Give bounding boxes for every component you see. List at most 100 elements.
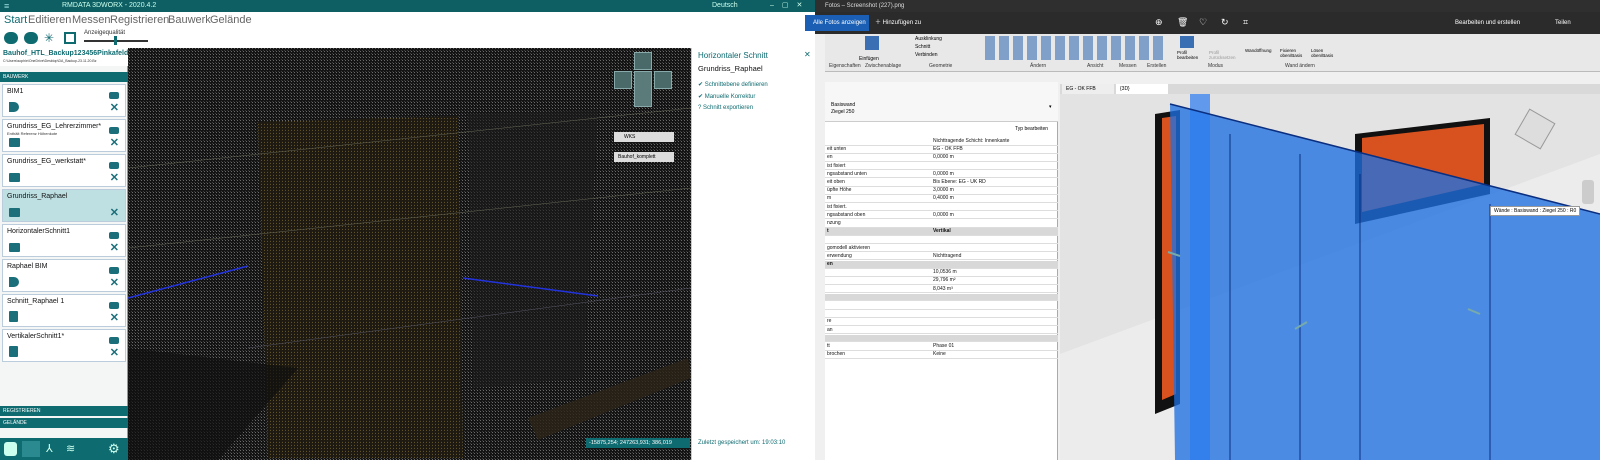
notch-button[interactable]: Ausklinkung — [915, 36, 942, 42]
step-define-plane[interactable]: ✔ Schnittebene definieren — [698, 81, 768, 88]
property-row[interactable] — [825, 302, 1058, 310]
add-to-button[interactable]: ＋ Hinzufügen zu — [875, 15, 921, 31]
list-item[interactable]: Schnitt_Raphael 1 ✕ — [2, 294, 126, 327]
close-icon[interactable]: ✕ — [110, 101, 119, 114]
property-row[interactable]: gomodell aktivieren — [825, 245, 1058, 253]
property-value[interactable]: 10,0536 m — [933, 269, 957, 277]
view-right-icon[interactable] — [654, 71, 672, 89]
car-icon[interactable] — [109, 162, 119, 169]
tab-3d[interactable]: {3D} — [1116, 84, 1168, 94]
wall-opening-button[interactable]: Wandöffnung — [1245, 48, 1272, 53]
step-export[interactable]: ? Schnitt exportieren — [698, 105, 753, 111]
point-cloud-viewport[interactable]: WKS Bauhof_komplett -15875,254; 247263,9… — [128, 48, 691, 460]
property-row[interactable]: ngsabstand oben 0,0000 m — [825, 212, 1058, 220]
view-left-icon[interactable] — [614, 71, 632, 89]
navigation-bar[interactable] — [1582, 180, 1594, 204]
property-value[interactable]: 0,0000 m — [933, 212, 954, 220]
property-value[interactable]: Nichttragende Schicht: Innenkante — [933, 138, 1009, 146]
property-row[interactable]: en — [825, 261, 1058, 269]
crop-icon[interactable]: ⌗ — [1243, 17, 1248, 28]
all-photos-button[interactable]: Alle Fotos anzeigen — [805, 15, 869, 31]
close-icon[interactable]: ✕ — [804, 50, 811, 59]
step-manual-correction[interactable]: ✔ Manuelle Korrektur — [698, 93, 755, 100]
close-icon[interactable]: ✕ — [110, 346, 119, 359]
chevron-down-icon[interactable]: ▾ — [1049, 104, 1052, 110]
property-value[interactable]: EG - OK FFB — [933, 146, 963, 154]
close-icon[interactable]: ✕ — [110, 311, 119, 324]
cut-button[interactable]: Schnitt — [915, 44, 930, 50]
view-cube[interactable] — [614, 52, 674, 108]
axes-icon[interactable]: ⅄ — [46, 442, 53, 455]
type-selector[interactable]: Basiswand Ziegel 250 ▾ — [825, 82, 1058, 122]
layers-icon[interactable]: ≋ — [66, 442, 75, 455]
property-row[interactable] — [825, 310, 1058, 318]
view-top-icon[interactable] — [634, 52, 652, 70]
property-row[interactable]: 29,796 m² — [825, 277, 1058, 286]
edit-create-button[interactable]: Bearbeiten und erstellen — [1455, 15, 1520, 31]
property-row[interactable]: 8,043 m³ — [825, 286, 1058, 294]
delete-icon[interactable]: 🗑 — [1177, 17, 1188, 28]
list-item[interactable]: HorizontalerSchnitt1 ✕ — [2, 224, 126, 257]
list-item[interactable]: Grundriss_EG_Lehrerzimmer* Enthält Refer… — [2, 119, 126, 152]
paste-button[interactable]: Einfügen — [859, 56, 879, 62]
list-item[interactable]: Raphael BIM ✕ — [2, 259, 126, 292]
category-bauwerk[interactable]: BAUWERK — [0, 72, 128, 82]
close-icon[interactable]: ✕ — [110, 136, 119, 149]
menu-start[interactable]: Start — [4, 14, 27, 26]
property-row[interactable]: t Vertikal — [825, 228, 1058, 236]
tab-floor-plan[interactable]: EG - OK FFB — [1062, 84, 1114, 94]
zoom-icon[interactable]: ⊕ — [1155, 17, 1163, 28]
menu-messen[interactable]: Messen — [72, 14, 111, 26]
revit-3d-view[interactable]: Wände : Basiswand : Ziegel 250 : R0 — [1060, 94, 1600, 460]
property-row[interactable]: en 0,0000 m — [825, 154, 1058, 163]
cloud-download-icon[interactable] — [24, 32, 38, 44]
hamburger-icon[interactable]: ≡ — [4, 0, 9, 12]
detach-top-base-button[interactable]: Lösen oben/Basis — [1311, 48, 1337, 58]
property-value[interactable]: 0,4000 m — [933, 195, 954, 203]
cloud-upload-icon[interactable] — [4, 32, 18, 44]
category-gelaende[interactable]: GELÄNDE — [0, 418, 128, 428]
list-item[interactable]: VertikalerSchnitt1* ✕ — [2, 329, 126, 362]
folder-open-icon[interactable] — [22, 441, 40, 457]
property-row[interactable] — [825, 334, 1058, 343]
property-row[interactable]: an — [825, 327, 1058, 335]
attach-top-base-button[interactable]: Fixieren oben/Basis — [1280, 48, 1306, 58]
explode-icon[interactable]: ✳ — [44, 31, 54, 45]
modify-tools-icons[interactable] — [985, 36, 1165, 60]
property-row[interactable]: tt Phase 01 — [825, 343, 1058, 351]
property-row[interactable]: re — [825, 318, 1058, 327]
property-value[interactable]: Bis Ebene: EG - UK RD — [933, 179, 986, 187]
profile-reset-button[interactable]: Profil zurücksetzen — [1209, 50, 1239, 60]
property-row[interactable]: ist fixiert — [825, 163, 1058, 171]
property-value[interactable]: 0,0000 m — [933, 171, 954, 179]
property-value[interactable]: 3,0000 m — [933, 187, 954, 195]
car-icon[interactable] — [109, 92, 119, 99]
menu-editieren[interactable]: Editieren — [28, 14, 71, 26]
car-icon[interactable] — [109, 337, 119, 344]
edit-type-button[interactable]: Typ bearbeiten — [1015, 126, 1048, 132]
share-button[interactable]: Teilen — [1555, 15, 1571, 31]
join-button[interactable]: Verbinden — [915, 52, 938, 58]
property-row[interactable] — [825, 236, 1058, 245]
gear-icon[interactable]: ⚙ — [108, 441, 120, 457]
property-row[interactable]: eit unten EG - OK FFB — [825, 146, 1058, 154]
property-value[interactable]: 8,043 m³ — [933, 286, 953, 294]
property-row[interactable] — [825, 293, 1058, 302]
property-row[interactable]: eit oben Bis Ebene: EG - UK RD — [825, 179, 1058, 187]
property-value[interactable]: Keine — [933, 351, 946, 359]
property-row[interactable]: erwendung Nichttragend — [825, 253, 1058, 261]
property-row[interactable]: üpfte Höhe 3,0000 m — [825, 187, 1058, 195]
category-registrieren[interactable]: REGISTRIEREN — [0, 406, 128, 416]
property-value[interactable]: Nichttragend — [933, 253, 961, 261]
property-value[interactable]: 29,796 m² — [933, 277, 956, 285]
paste-icon[interactable] — [865, 36, 879, 50]
menu-bauwerk[interactable]: Bauwerk — [168, 14, 211, 26]
heart-icon[interactable]: ♡ — [1199, 17, 1207, 28]
close-icon[interactable]: ✕ — [110, 241, 119, 254]
property-value[interactable]: Phase 01 — [933, 343, 954, 351]
property-row[interactable]: Nichttragende Schicht: Innenkante — [825, 138, 1058, 146]
profile-edit-icon[interactable] — [1180, 36, 1194, 48]
property-row[interactable]: m 0,4000 m — [825, 195, 1058, 204]
car-icon[interactable] — [109, 302, 119, 309]
window-controls[interactable]: –▢✕ — [770, 0, 810, 12]
